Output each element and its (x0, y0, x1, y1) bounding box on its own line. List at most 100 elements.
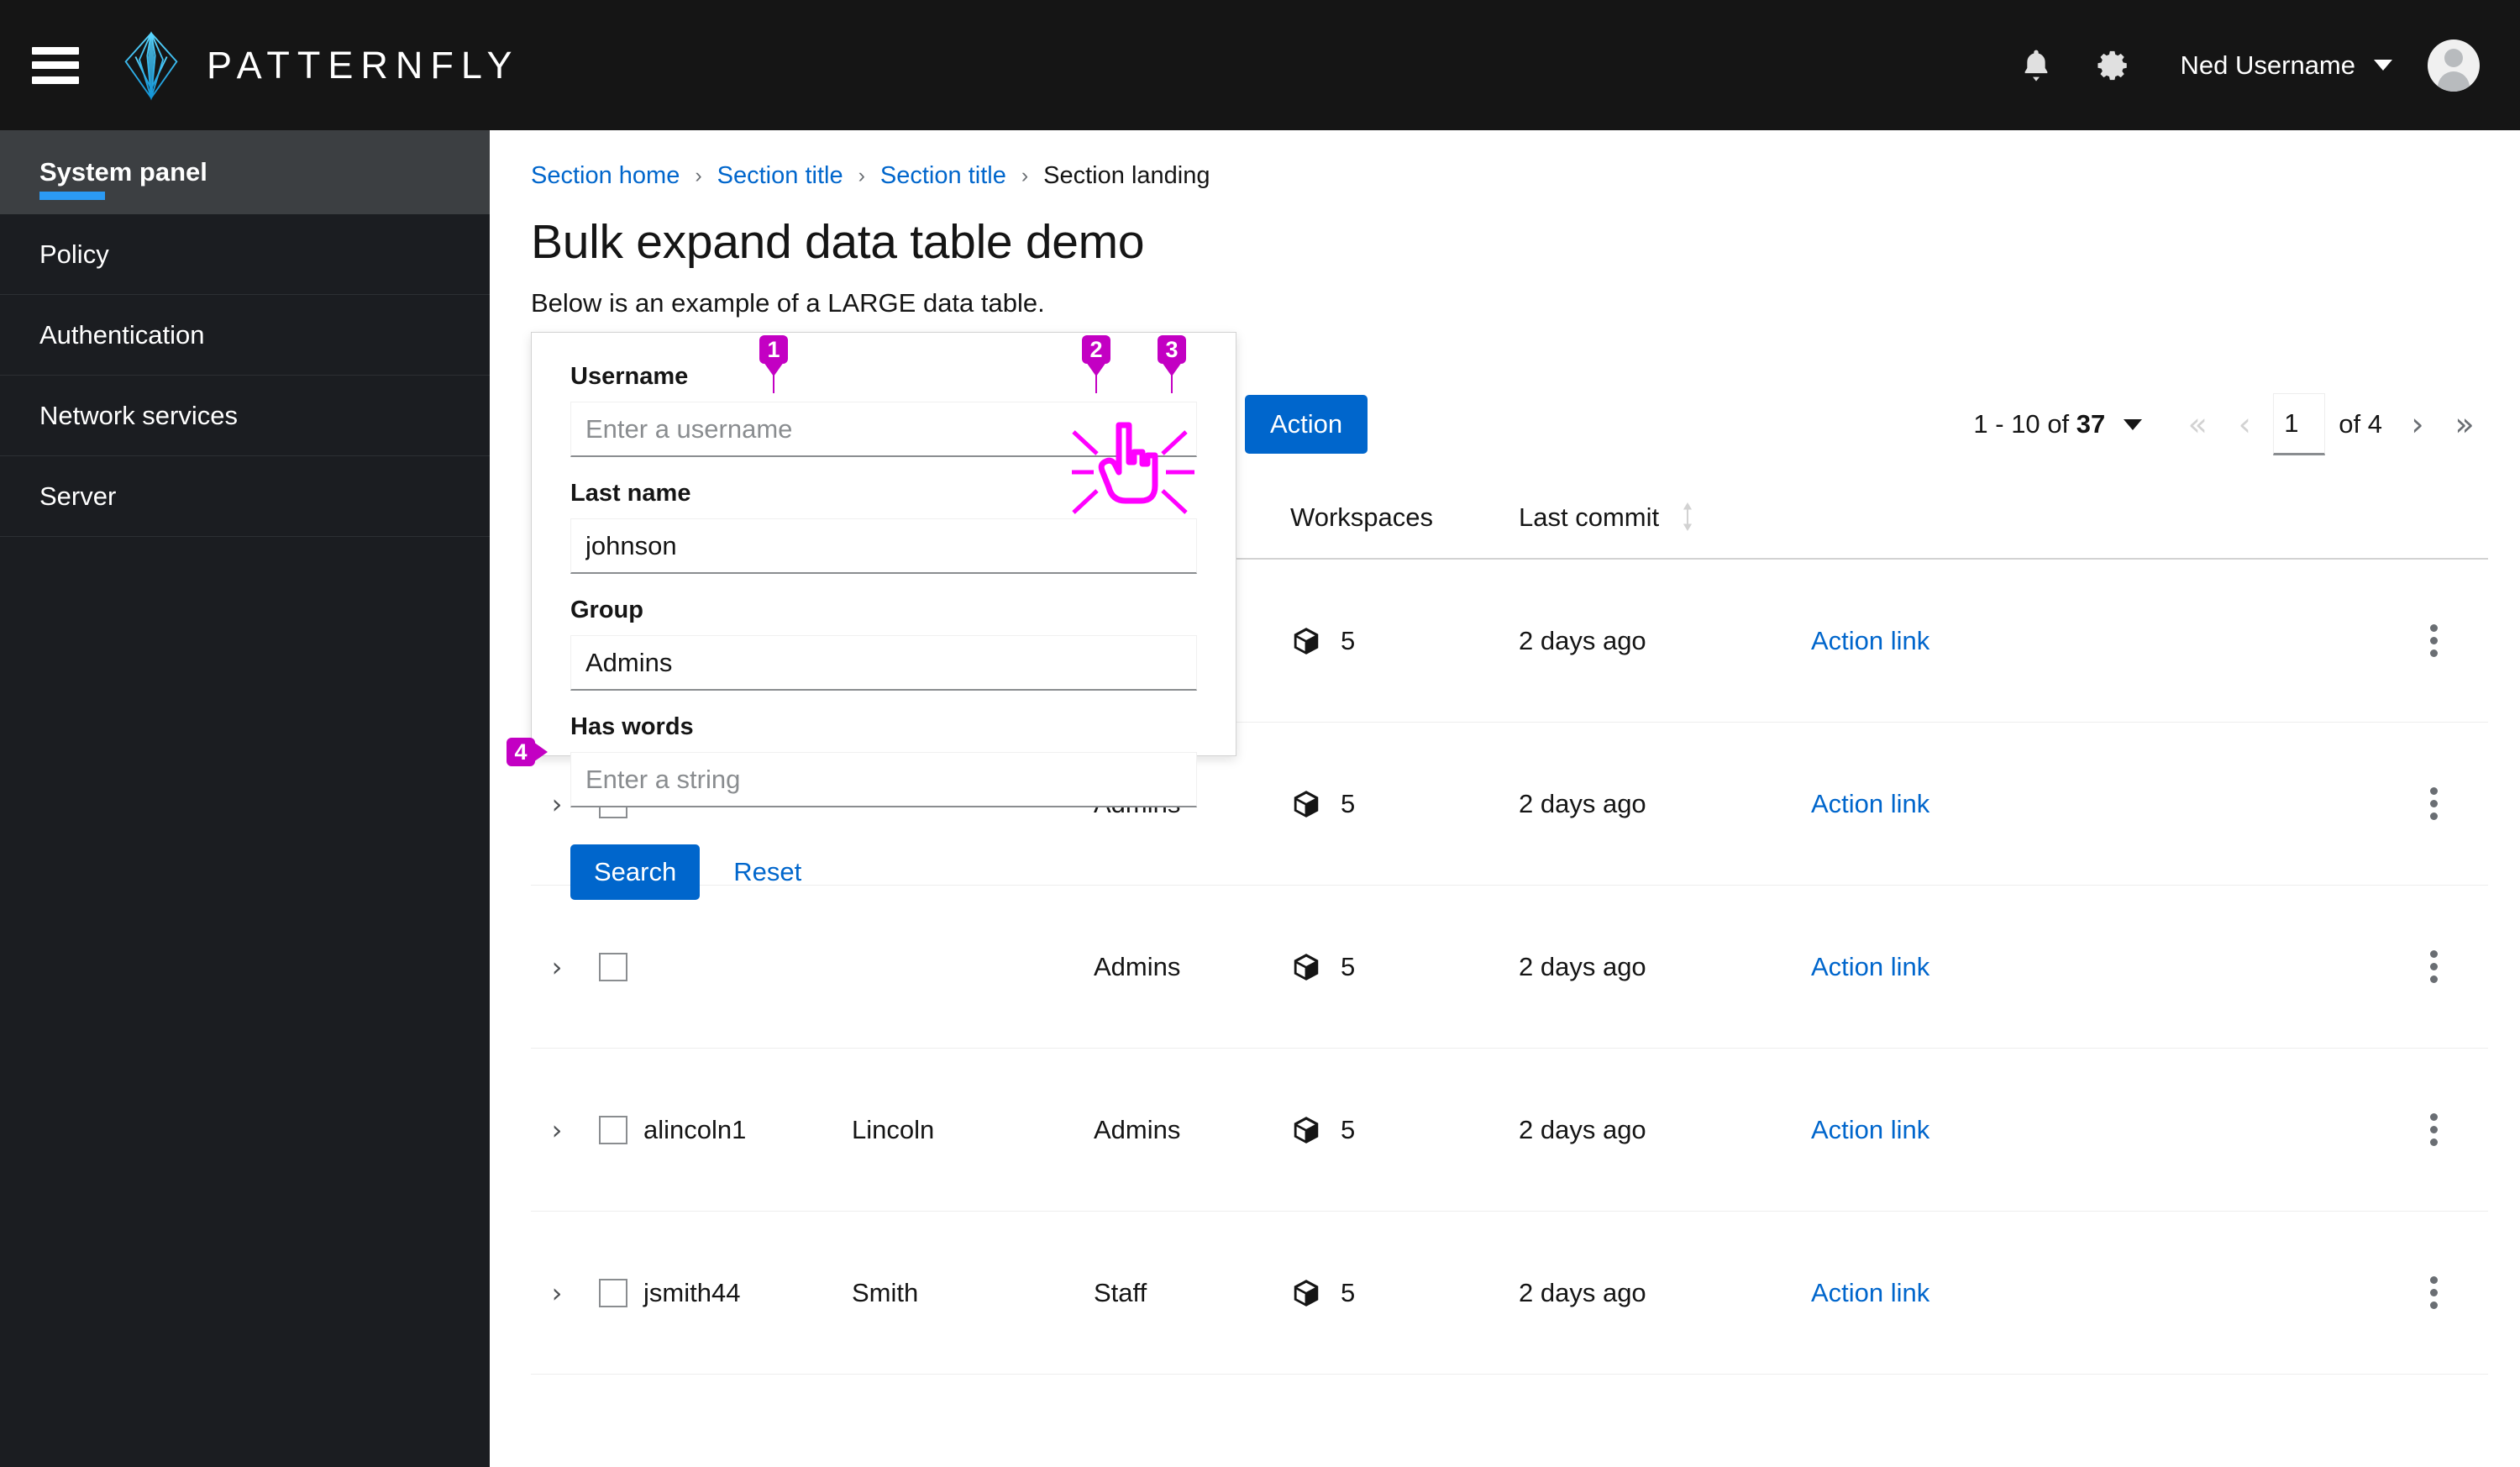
cell-workspaces-count: 5 (1341, 1114, 1356, 1144)
pagination-options-chevron-down-icon[interactable] (2124, 418, 2143, 430)
settings-gear-icon[interactable] (2075, 27, 2152, 104)
annotation-marker-4: 4 (507, 738, 535, 766)
action-button[interactable]: Action (1245, 395, 1368, 454)
sidebar-item-policy[interactable]: Policy (0, 214, 490, 295)
cell-username: alincoln1 (643, 1114, 747, 1144)
table-row[interactable]: › jsmith44 Smith Staff 5 2 days ago Acti… (531, 1212, 2488, 1375)
row-kebab-menu-icon[interactable] (2423, 1270, 2444, 1316)
masthead: PATTERNFLY Ned Username (0, 0, 2520, 130)
sidebar-item-label: System panel (39, 157, 207, 187)
cell-last-commit: 2 days ago (1519, 951, 1646, 981)
has-words-input[interactable] (570, 752, 1197, 807)
cube-icon (1294, 790, 1319, 818)
table-row[interactable]: › alincoln1 Lincoln Admins 5 2 days ago … (531, 1049, 2488, 1212)
sidebar-item-system-panel[interactable]: System panel (0, 130, 490, 214)
cell-workspaces-count: 5 (1341, 1277, 1356, 1307)
pagination-range: 1 - 10 (1973, 409, 2040, 439)
row-kebab-menu-icon[interactable] (2423, 781, 2444, 827)
sort-icon[interactable] (1679, 502, 1696, 538)
row-expand-toggle[interactable]: › (531, 1117, 583, 1144)
chevron-right-icon: › (551, 1276, 563, 1309)
page-title: Bulk expand data table demo (531, 215, 1145, 269)
avatar[interactable] (2428, 39, 2480, 92)
row-checkbox-cell[interactable] (583, 1115, 643, 1144)
brand[interactable]: PATTERNFLY (121, 30, 520, 101)
row-checkbox-cell[interactable] (583, 1278, 643, 1307)
sidebar-item-server[interactable]: Server (0, 456, 490, 537)
cell-action: Action link (1811, 789, 2063, 819)
row-checkbox[interactable] (599, 1115, 627, 1144)
pagination-last-button[interactable]: » (2441, 395, 2488, 454)
field-lastname: Last name (532, 480, 1236, 574)
th-workspaces[interactable]: Workspaces (1290, 502, 1519, 533)
action-link[interactable]: Action link (1811, 1278, 1929, 1307)
annotation-marker-2: 2 (1082, 335, 1110, 364)
cell-workspaces: 5 (1290, 1277, 1519, 1309)
row-checkbox[interactable] (599, 952, 627, 981)
hamburger-menu-icon[interactable] (32, 46, 79, 84)
field-has-words: Has words (532, 713, 1236, 807)
sidebar-item-network-services[interactable]: Network services (0, 376, 490, 456)
advanced-search-panel: Username Last name Group Has words Searc… (531, 332, 1236, 900)
pagination-page-input[interactable] (2273, 393, 2326, 455)
breadcrumb-item-1[interactable]: Section title (717, 162, 843, 190)
group-input[interactable] (570, 635, 1197, 691)
action-link[interactable]: Action link (1811, 626, 1929, 655)
action-link[interactable]: Action link (1811, 789, 1929, 818)
action-link[interactable]: Action link (1811, 1115, 1929, 1144)
annotation-marker-3: 3 (1158, 335, 1186, 364)
row-checkbox-cell[interactable] (583, 952, 643, 981)
user-menu[interactable]: Ned Username (2181, 50, 2392, 81)
pagination-prev-button[interactable]: ‹ (2221, 395, 2268, 454)
hamburger-bar (32, 61, 79, 69)
brand-name: PATTERNFLY (207, 43, 520, 87)
field-label-has-words: Has words (570, 713, 694, 740)
cube-icon (1294, 627, 1319, 655)
breadcrumb-item-0[interactable]: Section home (531, 162, 680, 190)
patternfly-logo-icon (124, 30, 178, 101)
lastname-input[interactable] (570, 518, 1197, 574)
cell-group: Admins (1094, 1114, 1181, 1144)
cell-group: Admins (1094, 951, 1181, 981)
breadcrumb-separator: › (695, 164, 702, 187)
row-checkbox[interactable] (599, 1278, 627, 1307)
pagination-next-button[interactable]: › (2394, 395, 2441, 454)
row-expand-toggle[interactable]: › (531, 954, 583, 981)
cell-workspaces-count: 5 (1341, 625, 1356, 655)
panel-search-button[interactable]: Search (570, 844, 701, 900)
pagination-first-button[interactable]: « (2174, 395, 2221, 454)
breadcrumb-item-2[interactable]: Section title (880, 162, 1006, 190)
th-last-commit[interactable]: Last commit (1519, 502, 1811, 538)
cell-lastname: Smith (852, 1277, 919, 1307)
cube-icon (1294, 953, 1319, 981)
masthead-actions: Ned Username (1998, 27, 2480, 104)
chevron-right-icon: › (551, 1113, 563, 1146)
sidebar-item-authentication[interactable]: Authentication (0, 295, 490, 376)
cell-action: Action link (1811, 626, 2063, 656)
row-expand-toggle[interactable]: › (531, 1280, 583, 1307)
row-kebab-menu-icon[interactable] (2423, 1107, 2444, 1153)
cell-workspaces: 5 (1290, 788, 1519, 820)
pagination-page-count: of 4 (2339, 409, 2382, 439)
table-row[interactable]: › Admins 5 2 days ago Action link (531, 886, 2488, 1049)
pagination-summary: 1 - 10 of 37 (1973, 409, 2105, 439)
pagination-nav: « ‹ of 4 › » (2174, 393, 2488, 455)
sidebar: System panel Policy Authentication Netwo… (0, 130, 490, 1467)
cube-icon (1294, 1116, 1319, 1144)
panel-actions: Search Reset (532, 844, 1236, 900)
cell-username: jsmith44 (643, 1277, 741, 1307)
hamburger-bar (32, 46, 79, 55)
chevron-right-icon: › (551, 950, 563, 983)
breadcrumb-separator: › (1021, 164, 1029, 187)
row-kebab-menu-icon[interactable] (2423, 944, 2444, 990)
pagination-total: 37 (2076, 409, 2106, 439)
row-kebab-menu-icon[interactable] (2423, 618, 2444, 664)
th-last-commit-label: Last commit (1519, 502, 1660, 532)
action-link[interactable]: Action link (1811, 952, 1929, 981)
notifications-bell-icon[interactable] (1998, 27, 2075, 104)
cell-workspaces-count: 5 (1341, 951, 1356, 981)
username-input[interactable] (570, 402, 1197, 457)
annotation-marker-1: 1 (759, 335, 788, 364)
panel-reset-button[interactable]: Reset (733, 857, 801, 887)
cell-group: Staff (1094, 1277, 1147, 1307)
